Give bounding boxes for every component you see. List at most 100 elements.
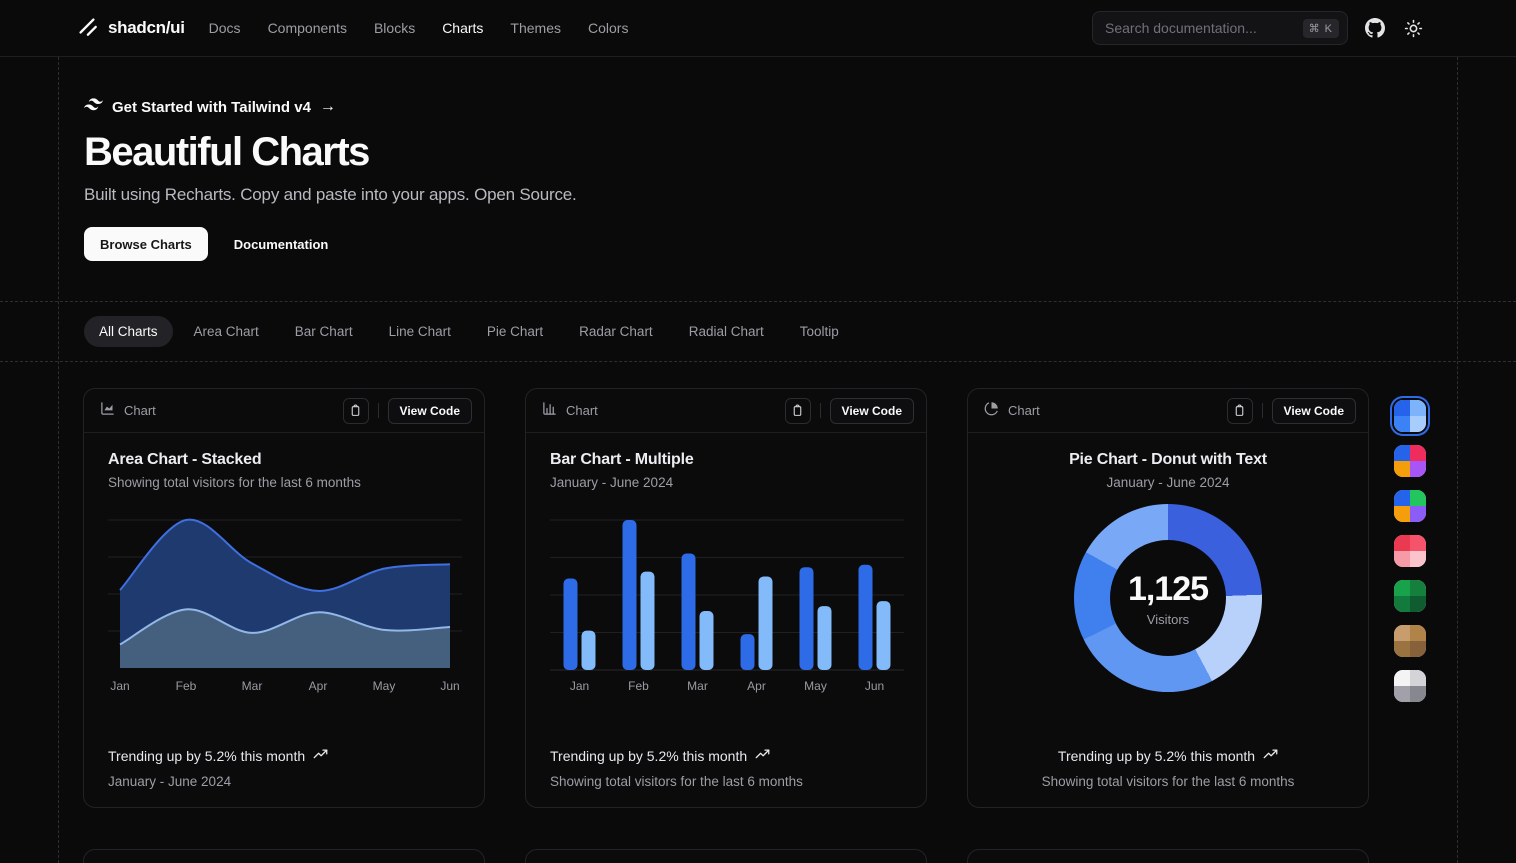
top-nav: shadcn/ui Docs Components Blocks Charts … bbox=[0, 0, 1516, 57]
card-header: Chart View Code bbox=[84, 389, 484, 433]
chart-description: January - June 2024 bbox=[992, 475, 1344, 490]
search-placeholder: Search documentation... bbox=[1105, 20, 1303, 36]
chart-description: Showing total visitors for the last 6 mo… bbox=[108, 475, 460, 490]
swatch-quadrant bbox=[1394, 596, 1410, 612]
swatch-quadrant bbox=[1410, 445, 1426, 461]
arrow-right-icon: → bbox=[320, 98, 336, 116]
swatch-quadrant bbox=[1410, 535, 1426, 551]
swatch-quadrant bbox=[1410, 551, 1426, 567]
documentation-button[interactable]: Documentation bbox=[218, 227, 345, 261]
swatch-quadrant bbox=[1410, 490, 1426, 506]
swatch-quadrant bbox=[1394, 490, 1410, 506]
card-header-label: Chart bbox=[1008, 403, 1227, 418]
swatch-quadrant bbox=[1410, 596, 1426, 612]
card-body: Area Chart - Stacked Showing total visit… bbox=[84, 433, 484, 703]
header-separator bbox=[1262, 403, 1263, 418]
tab-line-chart[interactable]: Line Chart bbox=[374, 316, 466, 347]
theme-swatch-green[interactable] bbox=[1394, 580, 1426, 612]
swatch-quadrant bbox=[1394, 416, 1410, 432]
nav-links: Docs Components Blocks Charts Themes Col… bbox=[209, 20, 629, 36]
swatch-quadrant bbox=[1394, 625, 1410, 641]
swatch-quadrant bbox=[1410, 641, 1426, 657]
swatch-quadrant bbox=[1394, 641, 1410, 657]
bar-chart-card: Chart View Code Bar Chart - Multiple Jan… bbox=[525, 388, 927, 808]
theme-swatch-red[interactable] bbox=[1394, 535, 1426, 567]
nav-link-charts[interactable]: Charts bbox=[442, 20, 483, 36]
tab-bar-chart[interactable]: Bar Chart bbox=[280, 316, 368, 347]
theme-swatch-amber[interactable] bbox=[1394, 625, 1426, 657]
tab-pie-chart[interactable]: Pie Chart bbox=[472, 316, 558, 347]
trend-text: Trending up by 5.2% this month bbox=[550, 748, 747, 764]
svg-text:Feb: Feb bbox=[628, 679, 649, 693]
tailwind-icon bbox=[84, 98, 103, 116]
theme-swatch-blue[interactable] bbox=[1394, 400, 1426, 432]
nav-link-themes[interactable]: Themes bbox=[510, 20, 561, 36]
theme-swatch-multicolor-pink[interactable] bbox=[1394, 445, 1426, 477]
card-header-label: Chart bbox=[566, 403, 785, 418]
trending-up-icon bbox=[313, 747, 328, 765]
header-separator bbox=[820, 403, 821, 418]
next-row-card-top bbox=[525, 849, 927, 863]
donut-chart: 1,125 Visitors bbox=[1074, 504, 1262, 692]
tailwind-announcement-link[interactable]: Get Started with Tailwind v4 → bbox=[84, 98, 577, 116]
browse-charts-button[interactable]: Browse Charts bbox=[84, 227, 208, 261]
view-code-button[interactable]: View Code bbox=[830, 398, 914, 424]
hero-buttons: Browse Charts Documentation bbox=[84, 227, 577, 261]
nav-link-blocks[interactable]: Blocks bbox=[374, 20, 415, 36]
chart-description: January - June 2024 bbox=[550, 475, 902, 490]
tab-tooltip[interactable]: Tooltip bbox=[785, 316, 854, 347]
swatch-quadrant bbox=[1394, 670, 1410, 686]
shadcn-charts-page: { "nav": { "brand": "shadcn/ui", "links"… bbox=[0, 0, 1516, 863]
theme-swatch-multicolor-green[interactable] bbox=[1394, 490, 1426, 522]
card-body: Bar Chart - Multiple January - June 2024… bbox=[526, 433, 926, 703]
search-input[interactable]: Search documentation... ⌘ K bbox=[1092, 11, 1348, 45]
hero-section: Get Started with Tailwind v4 → Beautiful… bbox=[84, 98, 577, 261]
view-code-button[interactable]: View Code bbox=[388, 398, 472, 424]
tab-all-charts[interactable]: All Charts bbox=[84, 316, 173, 347]
copy-code-button[interactable] bbox=[343, 398, 369, 424]
theme-toggle-sun-icon[interactable] bbox=[1402, 17, 1424, 39]
swatch-quadrant bbox=[1410, 686, 1426, 702]
chart-title: Pie Chart - Donut with Text bbox=[992, 451, 1344, 469]
chart-category-tabs: All Charts Area Chart Bar Chart Line Cha… bbox=[0, 301, 1516, 362]
card-header: Chart View Code bbox=[526, 389, 926, 433]
card-body: Pie Chart - Donut with Text January - Ju… bbox=[968, 433, 1368, 692]
card-footer: Trending up by 5.2% this month Showing t… bbox=[992, 747, 1344, 789]
swatch-quadrant bbox=[1394, 535, 1410, 551]
card-header-label: Chart bbox=[124, 403, 343, 418]
footnote-text: Showing total visitors for the last 6 mo… bbox=[550, 774, 902, 789]
card-header: Chart View Code bbox=[968, 389, 1368, 433]
swatch-quadrant bbox=[1410, 400, 1426, 416]
nav-link-docs[interactable]: Docs bbox=[209, 20, 241, 36]
donut-total-label: Visitors bbox=[1147, 612, 1189, 627]
tab-radar-chart[interactable]: Radar Chart bbox=[564, 316, 668, 347]
area-chart-icon bbox=[100, 401, 115, 421]
swatch-quadrant bbox=[1410, 580, 1426, 596]
svg-text:Apr: Apr bbox=[309, 679, 328, 693]
copy-code-button[interactable] bbox=[785, 398, 811, 424]
swatch-quadrant bbox=[1394, 461, 1410, 477]
svg-text:Jan: Jan bbox=[110, 679, 129, 693]
nav-link-components[interactable]: Components bbox=[268, 20, 347, 36]
pie-chart-icon bbox=[984, 401, 999, 421]
next-row-card-top bbox=[83, 849, 485, 863]
svg-text:Feb: Feb bbox=[176, 679, 197, 693]
theme-swatch-gray[interactable] bbox=[1394, 670, 1426, 702]
nav-link-colors[interactable]: Colors bbox=[588, 20, 628, 36]
pie-chart-card: Chart View Code Pie Chart - Donut with T… bbox=[967, 388, 1369, 808]
brand[interactable]: shadcn/ui bbox=[76, 15, 185, 42]
swatch-quadrant bbox=[1410, 670, 1426, 686]
tab-radial-chart[interactable]: Radial Chart bbox=[674, 316, 779, 347]
trend-text: Trending up by 5.2% this month bbox=[1058, 748, 1255, 764]
view-code-button[interactable]: View Code bbox=[1272, 398, 1356, 424]
svg-text:Apr: Apr bbox=[747, 679, 766, 693]
theme-picker-rail bbox=[1394, 400, 1426, 702]
copy-code-button[interactable] bbox=[1227, 398, 1253, 424]
svg-text:Mar: Mar bbox=[687, 679, 708, 693]
github-icon[interactable] bbox=[1364, 17, 1386, 39]
next-row-card-top bbox=[967, 849, 1369, 863]
bar-chart-icon bbox=[542, 401, 557, 421]
tab-area-chart[interactable]: Area Chart bbox=[179, 316, 274, 347]
area-chart-card: Chart View Code Area Chart - Stacked Sho… bbox=[83, 388, 485, 808]
trending-up-icon bbox=[1263, 747, 1278, 765]
